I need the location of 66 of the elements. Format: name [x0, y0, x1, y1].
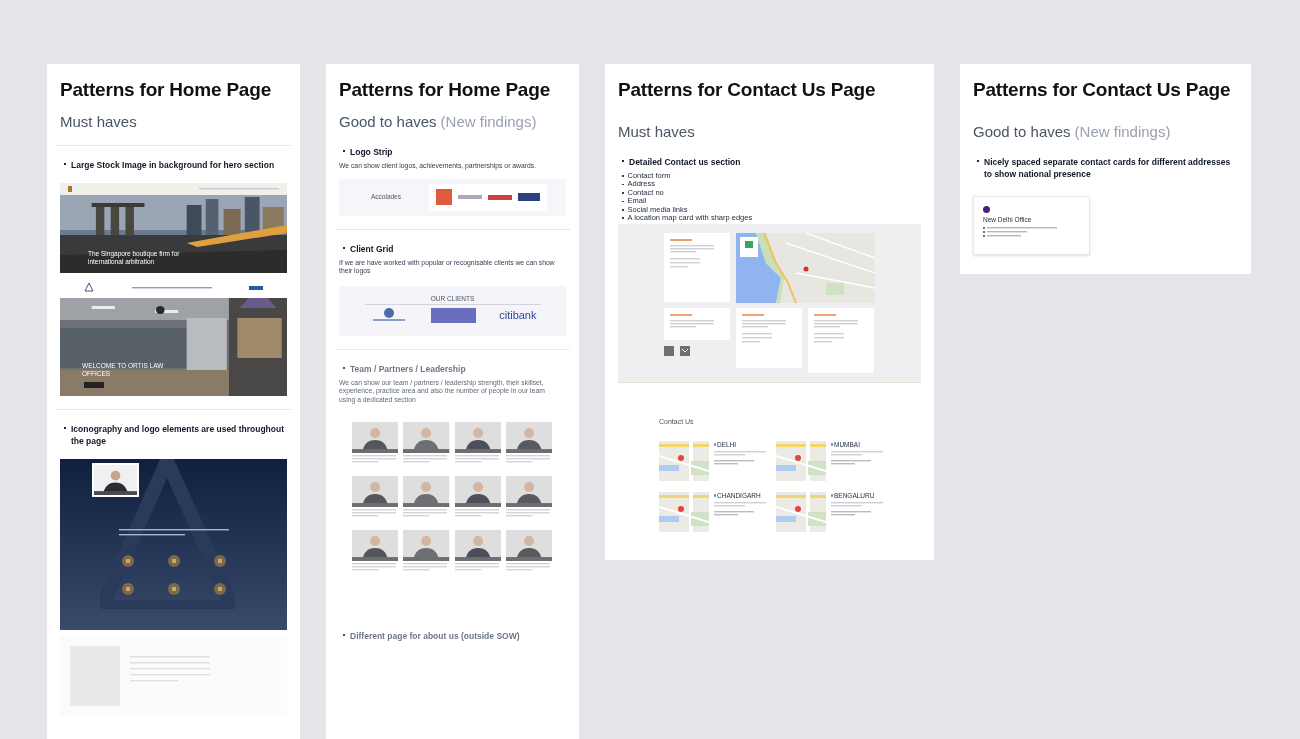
award-logo-icon [488, 194, 512, 200]
service-icon [167, 583, 180, 595]
text-lines-drawing [505, 455, 550, 464]
text-lines-drawing [352, 455, 396, 464]
text-lines-drawing [714, 460, 754, 467]
text-lines-drawing [403, 563, 448, 572]
service-icon [167, 555, 180, 567]
service-icon [121, 555, 134, 567]
text-lines-drawing [403, 455, 448, 464]
text-lines-drawing [670, 257, 700, 270]
subtitle-note: (New findings) [440, 112, 537, 132]
text-lines-drawing [714, 511, 754, 518]
client-logo: citibank [499, 308, 537, 322]
section-heading: Team / Partners / Leadership [350, 362, 466, 375]
text-lines-drawing [831, 502, 883, 509]
board-title: Patterns for Contact Us Page [618, 78, 877, 102]
text-lines-drawing [505, 509, 550, 518]
section-heading: Different page for about us (outside SOW) [350, 630, 520, 642]
text-lines-drawing [831, 511, 871, 518]
text-lines-drawing [742, 332, 772, 345]
text-lines-drawing [814, 319, 858, 329]
mail-icon [680, 346, 690, 357]
service-icon [213, 555, 226, 567]
section-heading: Detailed Contact us section [629, 156, 741, 168]
board-title: Patterns for Contact Us Page [973, 78, 1232, 102]
linkedin-icon [664, 346, 674, 357]
section-heading: Nicely spaced separate contact cards for different addresses to show national presence [984, 156, 1232, 180]
text-lines-drawing [987, 227, 1057, 229]
board-subtitle: Must haves [618, 122, 695, 142]
text-lines-drawing [742, 319, 786, 329]
text-lines-drawing [454, 455, 499, 464]
text-lines-drawing [831, 451, 883, 458]
logo-icon [249, 286, 263, 290]
board-title: Patterns for Home Page [60, 78, 272, 102]
text-lines-drawing [403, 509, 448, 518]
award-logo-icon [436, 189, 452, 205]
award-logo-icon [518, 193, 540, 201]
service-icon [121, 583, 134, 595]
logo-icon [68, 186, 72, 192]
text-lines-drawing [714, 451, 766, 458]
text-lines-drawing [714, 502, 766, 509]
text-lines-drawing [352, 509, 396, 518]
text-lines-drawing [454, 509, 499, 518]
award-logo-icon [458, 195, 482, 199]
board-subtitle: Good to haves [973, 122, 1071, 142]
text-lines-drawing [987, 231, 1027, 233]
text-lines-drawing [670, 244, 714, 254]
logo-icon [84, 282, 94, 294]
section-heading: Large Stock Image in background for hero section [71, 159, 275, 171]
text-lines-drawing [831, 460, 871, 467]
text-lines-drawing [987, 235, 1021, 237]
text-lines-drawing [670, 319, 714, 329]
text-lines-drawing [352, 563, 396, 572]
section-heading: Logo Strip [350, 146, 393, 158]
client-logo-icon [431, 307, 477, 323]
board-title: Patterns for Home Page [339, 78, 551, 102]
service-icon [213, 583, 226, 595]
section-heading: Client Grid [350, 242, 394, 255]
text-lines-drawing [814, 332, 844, 345]
text-lines-drawing [454, 563, 499, 572]
text-lines-drawing [505, 563, 550, 572]
subtitle-note: (New findings) [1074, 122, 1171, 142]
office-logo-icon [983, 206, 990, 213]
section-heading: Iconography and logo elements are used throughout the page [71, 423, 285, 447]
board-subtitle: Must haves [60, 112, 137, 132]
board-subtitle: Good to haves [339, 112, 437, 132]
